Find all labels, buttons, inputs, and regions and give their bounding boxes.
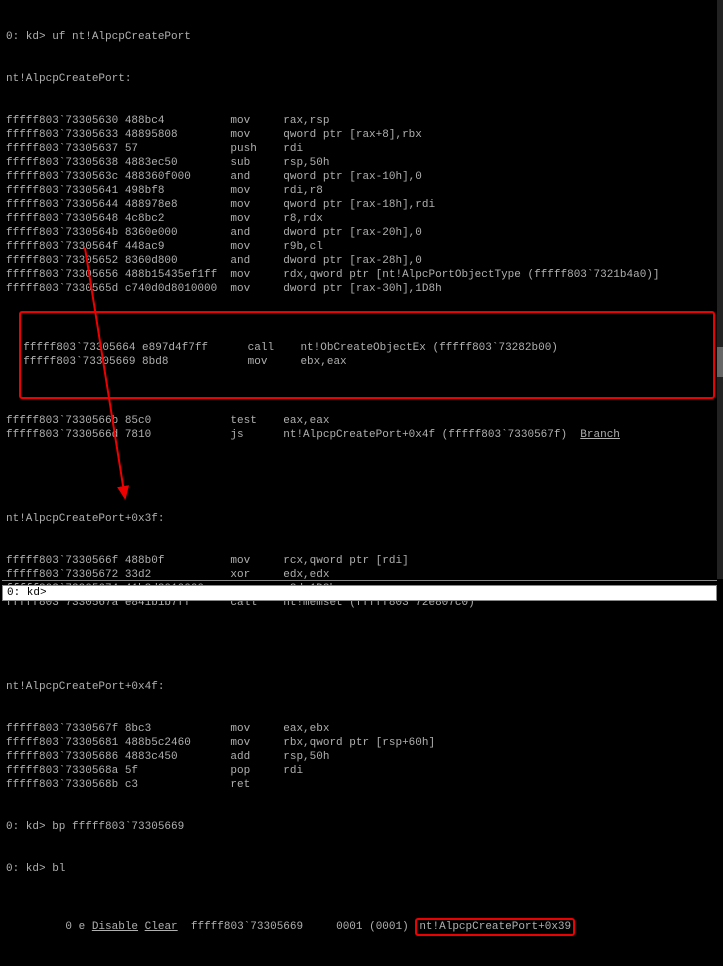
disasm-line: fffff803`7330564f 448ac9 mov r9b,cl bbox=[6, 240, 717, 254]
cmd-line: 0: kd> uf nt!AlpcpCreatePort bbox=[6, 30, 717, 44]
disasm-line: fffff803`73305648 4c8bc2 mov r8,rdx bbox=[6, 212, 717, 226]
prompt-label: 0: kd> bbox=[7, 587, 47, 599]
symbol-header: nt!AlpcpCreatePort: bbox=[6, 72, 717, 86]
label-3f: nt!AlpcpCreatePort+0x3f: bbox=[6, 512, 717, 526]
disasm-line: fffff803`7330566b 85c0 test eax,eax bbox=[6, 414, 717, 428]
command-input[interactable] bbox=[51, 587, 712, 599]
disasm-line: fffff803`7330565d c740d0d8010000 mov dwo… bbox=[6, 282, 717, 296]
disasm-line: fffff803`73305669 8bd8 mov ebx,eax bbox=[23, 355, 711, 369]
disasm-line: fffff803`73305681 488b5c2460 mov rbx,qwo… bbox=[6, 736, 717, 750]
debugger-output: 0: kd> uf nt!AlpcpCreatePort nt!AlpcpCre… bbox=[0, 0, 723, 966]
bp-cmd: 0: kd> bp fffff803`73305669 bbox=[6, 820, 717, 834]
disasm-line: fffff803`73305633 48895808 mov qword ptr… bbox=[6, 128, 717, 142]
highlight-box-symbol: nt!AlpcpCreatePort+0x39 bbox=[415, 918, 575, 936]
disasm-line: fffff803`7330568a 5f pop rdi bbox=[6, 764, 717, 778]
scroll-thumb[interactable] bbox=[717, 347, 723, 377]
disasm-line: fffff803`7330567f 8bc3 mov eax,ebx bbox=[6, 722, 717, 736]
scrollbar[interactable] bbox=[717, 0, 723, 579]
disasm-line: fffff803`7330564b 8360e000 and dword ptr… bbox=[6, 226, 717, 240]
disasm-line: fffff803`73305630 488bc4 mov rax,rsp bbox=[6, 114, 717, 128]
disasm-line: fffff803`73305641 498bf8 mov rdi,r8 bbox=[6, 184, 717, 198]
disasm-line: fffff803`7330568b c3 ret bbox=[6, 778, 717, 792]
command-input-bar[interactable]: 0: kd> bbox=[2, 585, 717, 601]
bl-mid: fffff803`73305669 0001 (0001) bbox=[178, 921, 416, 933]
branch-link[interactable]: Branch bbox=[580, 429, 620, 441]
disasm-line: fffff803`7330566d 7810 js nt!AlpcpCreate… bbox=[6, 428, 717, 442]
highlight-box-call: fffff803`73305664 e897d4f7ff call nt!ObC… bbox=[19, 311, 715, 399]
disasm-line: fffff803`73305638 4883ec50 sub rsp,50h bbox=[6, 156, 717, 170]
disable-link[interactable]: Disable bbox=[92, 921, 138, 933]
disasm-line: fffff803`73305664 e897d4f7ff call nt!ObC… bbox=[23, 341, 711, 355]
label-4f: nt!AlpcpCreatePort+0x4f: bbox=[6, 680, 717, 694]
bl-cmd: 0: kd> bl bbox=[6, 862, 717, 876]
disasm-line: fffff803`73305637 57 push rdi bbox=[6, 142, 717, 156]
separator bbox=[2, 580, 717, 581]
disasm-line: fffff803`73305652 8360d800 and dword ptr… bbox=[6, 254, 717, 268]
disasm-line: fffff803`7330563c 488360f000 and qword p… bbox=[6, 170, 717, 184]
disasm-line: fffff803`73305686 4883c450 add rsp,50h bbox=[6, 750, 717, 764]
clear-link[interactable]: Clear bbox=[145, 921, 178, 933]
bl-output: 0 e Disable Clear fffff803`73305669 0001… bbox=[6, 904, 717, 950]
disasm-line: fffff803`7330566f 488b0f mov rcx,qword p… bbox=[6, 554, 717, 568]
disasm-line: fffff803`73305656 488b15435ef1ff mov rdx… bbox=[6, 268, 717, 282]
bl-idx: 0 e bbox=[32, 921, 91, 933]
disasm-line: fffff803`73305644 488978e8 mov qword ptr… bbox=[6, 198, 717, 212]
